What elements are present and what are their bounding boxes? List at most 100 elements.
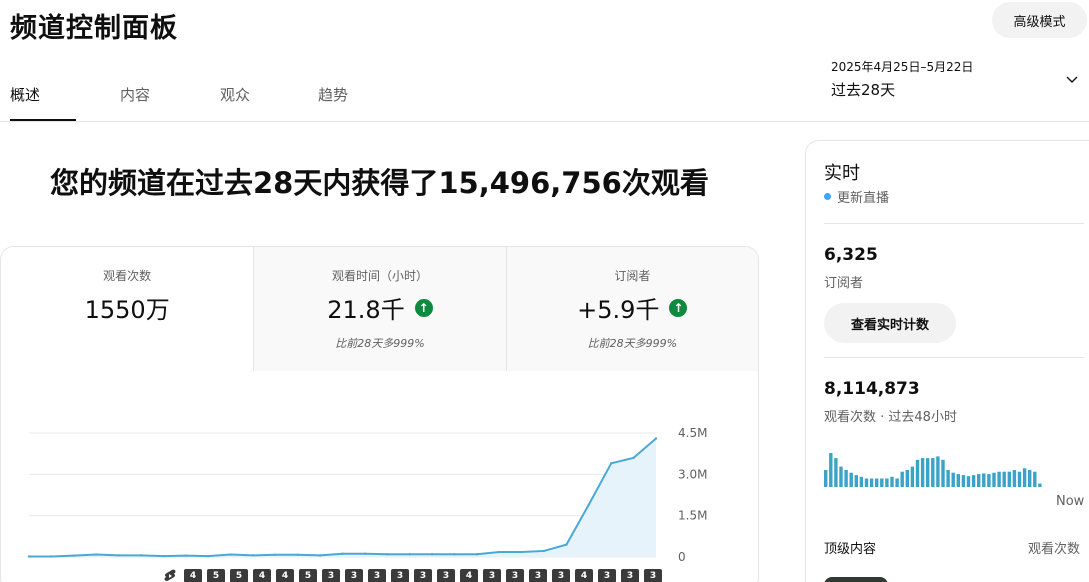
realtime-bar [915, 459, 920, 487]
realtime-bar [910, 466, 915, 487]
stats-card: 观看次数 1550万 观看时间（小时） 21.8千 ↑ 比前28天多999% 订… [0, 246, 759, 582]
video-count-badge[interactable]: 5 [207, 569, 225, 582]
stat-watch-time[interactable]: 观看时间（小时） 21.8千 ↑ 比前28天多999% [253, 247, 506, 371]
view-realtime-count-button[interactable]: 查看实时计数 [824, 303, 956, 343]
views-chart[interactable]: 4.5M 3.0M 1.5M 0 [1, 371, 759, 582]
realtime-live-label: 更新直播 [837, 191, 890, 206]
realtime-bar [869, 478, 874, 487]
data-point [72, 554, 75, 557]
stat-value: +5.9千 [577, 296, 660, 324]
video-count-badge[interactable]: 3 [437, 569, 455, 582]
realtime-now-label: Now [1056, 494, 1085, 509]
video-count-badge[interactable]: 3 [644, 569, 662, 582]
video-count-badge[interactable]: 3 [621, 569, 639, 582]
video-count-badge[interactable]: 3 [506, 569, 524, 582]
realtime-bar [875, 478, 879, 487]
realtime-bar [1017, 471, 1022, 487]
realtime-bar [992, 472, 996, 487]
realtime-bar [1028, 470, 1032, 487]
realtime-bar [956, 474, 960, 487]
tab-audience[interactable]: 观众 [220, 70, 276, 122]
video-count-badge[interactable]: 3 [391, 569, 409, 582]
realtime-bar [905, 470, 909, 487]
realtime-bar [1038, 483, 1042, 487]
y-tick-label: 1.5M [678, 509, 707, 523]
video-count-badge[interactable]: 3 [483, 569, 501, 582]
live-dot-icon [824, 193, 831, 200]
y-tick-label: 4.5M [678, 426, 707, 440]
realtime-live-status: 更新直播 [824, 187, 889, 206]
realtime-bar [854, 475, 858, 487]
data-point [453, 553, 456, 556]
realtime-bar [926, 458, 930, 487]
chevron-down-icon[interactable] [1064, 72, 1080, 88]
date-range-selector[interactable]: 2025年4月25日–5月22日 过去28天 [831, 58, 973, 100]
data-point [94, 553, 98, 556]
shorts-icon [161, 569, 179, 582]
data-point [542, 549, 546, 553]
y-tick-label: 0 [678, 550, 686, 564]
realtime-bar [900, 471, 904, 487]
realtime-bar [885, 478, 889, 487]
realtime-views-value: 8,114,873 [824, 379, 920, 399]
tab-trends[interactable]: 趋势 [318, 70, 374, 122]
data-point [206, 554, 210, 558]
realtime-bar [849, 472, 853, 487]
divider [824, 223, 1084, 224]
data-point [498, 550, 501, 554]
video-count-badge[interactable]: 3 [552, 569, 570, 582]
realtime-bar [951, 472, 955, 487]
tab-overview[interactable]: 概述 [10, 70, 76, 122]
data-point [162, 554, 165, 558]
video-count-badge[interactable]: 3 [322, 569, 340, 582]
data-point [184, 554, 187, 557]
data-point [610, 462, 613, 465]
data-point [520, 550, 523, 554]
video-count-badge[interactable]: 3 [345, 569, 363, 582]
video-count-badge[interactable]: 5 [230, 569, 248, 582]
video-badges: 455445333333433334333 [161, 569, 667, 582]
realtime-bar [977, 474, 981, 487]
stat-value: 1550万 [84, 296, 170, 324]
tab-content[interactable]: 内容 [120, 70, 176, 122]
realtime-bar [895, 478, 899, 487]
video-count-badge[interactable]: 3 [368, 569, 386, 582]
video-count-badge[interactable]: 4 [253, 569, 271, 582]
realtime-card: 实时 更新直播 6,325 订阅者 查看实时计数 8,114,873 观看次数 … [805, 140, 1089, 582]
data-point [587, 503, 591, 506]
realtime-bar [880, 478, 884, 487]
views-area-fill [29, 438, 656, 557]
video-count-badge[interactable]: 4 [575, 569, 593, 582]
data-point [251, 554, 255, 557]
stat-views[interactable]: 观看次数 1550万 [1, 247, 254, 371]
data-point [27, 555, 31, 558]
video-count-badge[interactable]: 5 [299, 569, 317, 582]
stat-label: 订阅者 [614, 269, 651, 283]
realtime-bar [997, 471, 1001, 487]
stat-compare: 比前28天多999% [587, 337, 678, 350]
data-point [654, 437, 658, 440]
realtime-bar [829, 453, 833, 487]
data-point [386, 553, 389, 556]
video-count-badge[interactable]: 3 [414, 569, 432, 582]
realtime-bar [961, 475, 966, 487]
top-content-views-label: 观看次数 [1028, 542, 1081, 557]
video-count-badge[interactable]: 4 [276, 569, 294, 582]
data-point [430, 553, 434, 556]
realtime-subscribers-label: 订阅者 [824, 276, 864, 291]
stat-value: 21.8千 [327, 296, 405, 324]
video-count-badge[interactable]: 3 [598, 569, 616, 582]
realtime-bar [1007, 471, 1011, 487]
video-count-badge[interactable]: 4 [184, 569, 202, 582]
realtime-bar [946, 470, 950, 487]
top-content-thumbnail[interactable] [824, 577, 888, 582]
advanced-mode-button[interactable]: 高级模式 [992, 2, 1087, 38]
tabs-divider [0, 121, 1089, 122]
realtime-bar [890, 476, 894, 487]
views-series-line [29, 437, 657, 558]
realtime-views-bar-chart[interactable] [824, 441, 1086, 487]
stat-subscribers[interactable]: 订阅者 +5.9千 ↑ 比前28天多999% [505, 247, 758, 371]
video-count-badge[interactable]: 4 [460, 569, 478, 582]
video-count-badge[interactable]: 3 [529, 569, 547, 582]
data-point [632, 456, 635, 459]
